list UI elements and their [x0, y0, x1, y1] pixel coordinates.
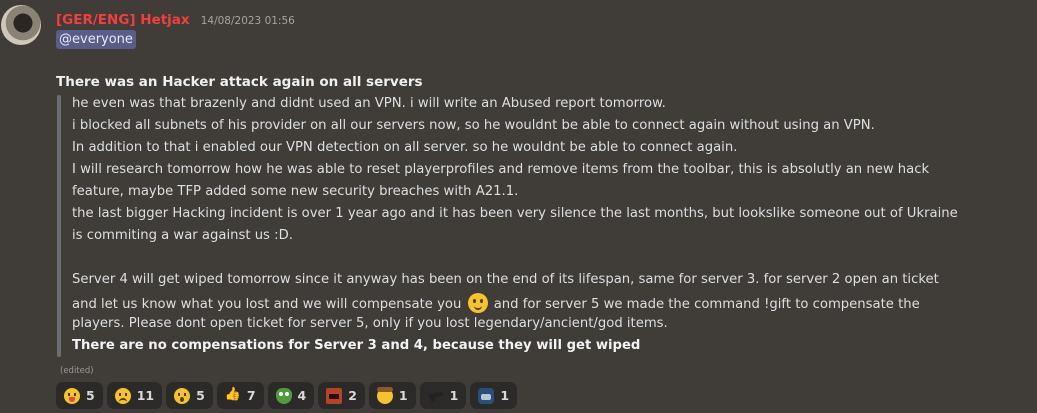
edited-label: (edited) — [60, 366, 94, 376]
quote-line: the last bigger Hacking incident is over… — [72, 206, 958, 221]
reaction-count: 1 — [398, 388, 408, 403]
chat-message: [GER/ENG] Hetjax 14/08/2023 01:56 @every… — [0, 0, 1037, 413]
username[interactable]: [GER/ENG] Hetjax — [56, 12, 190, 28]
quote-text: and for server 5 we made the command !gi… — [493, 297, 920, 312]
reaction-gun[interactable]: 1 — [419, 382, 467, 409]
cowboy-face-icon — [376, 386, 393, 404]
reaction-count: 2 — [348, 388, 357, 403]
quote-line: Server 4 will get wiped tomorrow since i… — [72, 272, 939, 287]
smiling-face-icon — [467, 293, 488, 313]
quote-line: he even was that brazenly and didnt used… — [72, 96, 666, 111]
reaction-surprised[interactable]: 5 — [166, 382, 213, 409]
reaction-cat[interactable]: 1 — [470, 382, 518, 409]
reaction-count: 4 — [297, 388, 307, 403]
reaction-count: 1 — [449, 388, 459, 403]
quote-line: is commiting a war against us :D. — [72, 228, 293, 243]
quote-line-with-emoji: and let us know what you lost and we wil… — [72, 293, 920, 314]
reaction-bar: 5 11 5 7 4 2 1 1 — [56, 382, 518, 409]
angry-square-icon — [326, 387, 343, 404]
reaction-count: 5 — [196, 388, 205, 403]
reaction-thumbs-up[interactable]: 7 — [216, 382, 264, 409]
quote-line: I will research tomorrow how he was able… — [72, 162, 930, 177]
message-header: [GER/ENG] Hetjax 14/08/2023 01:56 — [56, 9, 295, 28]
everyone-mention[interactable]: @everyone — [56, 30, 136, 49]
quote-line: i blocked all subnets of his provider on… — [72, 118, 875, 133]
tongue-face-icon — [64, 387, 80, 404]
quote-text: and let us know what you lost and we wil… — [72, 297, 462, 312]
avatar[interactable] — [1, 5, 41, 45]
cat-icon — [478, 387, 495, 404]
quote-line: players. Please dont open ticket for ser… — [72, 316, 668, 331]
gun-icon — [428, 388, 444, 404]
pepe-icon — [275, 387, 292, 404]
reaction-count: 7 — [246, 388, 256, 403]
blockquote-bar — [57, 95, 61, 357]
reaction-count: 1 — [500, 388, 510, 403]
quote-line-bold: There are no compensations for Server 3 … — [72, 338, 641, 353]
reaction-cowboy[interactable]: 1 — [368, 382, 416, 409]
reaction-angry-square[interactable]: 2 — [318, 382, 365, 409]
sad-face-icon — [114, 387, 131, 404]
message-heading: There was an Hacker attack again on all … — [56, 74, 423, 90]
reaction-pepe[interactable]: 4 — [267, 382, 315, 409]
reaction-sad[interactable]: 11 — [106, 382, 163, 409]
quote-line: In addition to that i enabled our VPN de… — [72, 140, 738, 155]
reaction-tongue[interactable]: 5 — [56, 382, 103, 409]
reaction-count: 11 — [136, 388, 155, 403]
timestamp: 14/08/2023 01:56 — [200, 15, 295, 27]
reaction-count: 5 — [86, 388, 95, 403]
quote-line: feature, maybe TFP added some new securi… — [72, 184, 519, 199]
thumbs-up-icon — [225, 387, 241, 404]
surprised-face-icon — [174, 387, 191, 404]
